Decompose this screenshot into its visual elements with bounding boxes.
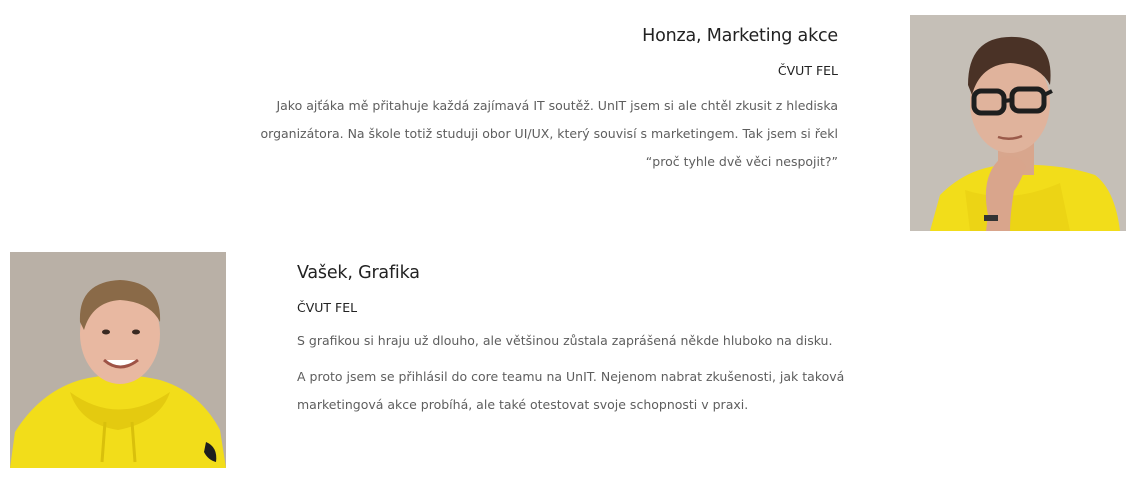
member-name: Vašek, Grafika [297,263,420,283]
member-bio-paragraph: Jako ajťáka mě přitahuje každá zajímavá … [260,98,839,169]
member-bio-paragraph: S grafikou si hraju už dlouho, ale větši… [297,333,833,348]
member-bio-paragraph: A proto jsem se přihlásil do core teamu … [297,369,845,412]
member-name: Honza, Marketing akce [642,26,838,46]
member-school: ČVUT FEL [297,300,358,315]
smiling-person-photo [10,252,226,468]
member-school: ČVUT FEL [777,63,838,78]
member-text-block: Honza, Marketing akce ČVUT FEL Jako ajťá… [240,26,839,176]
member-photo [910,15,1126,231]
member-photo [10,252,226,468]
person-with-glasses-photo [910,15,1126,231]
member-text-block: Vašek, Grafika ČVUT FEL S grafikou si hr… [297,263,867,419]
